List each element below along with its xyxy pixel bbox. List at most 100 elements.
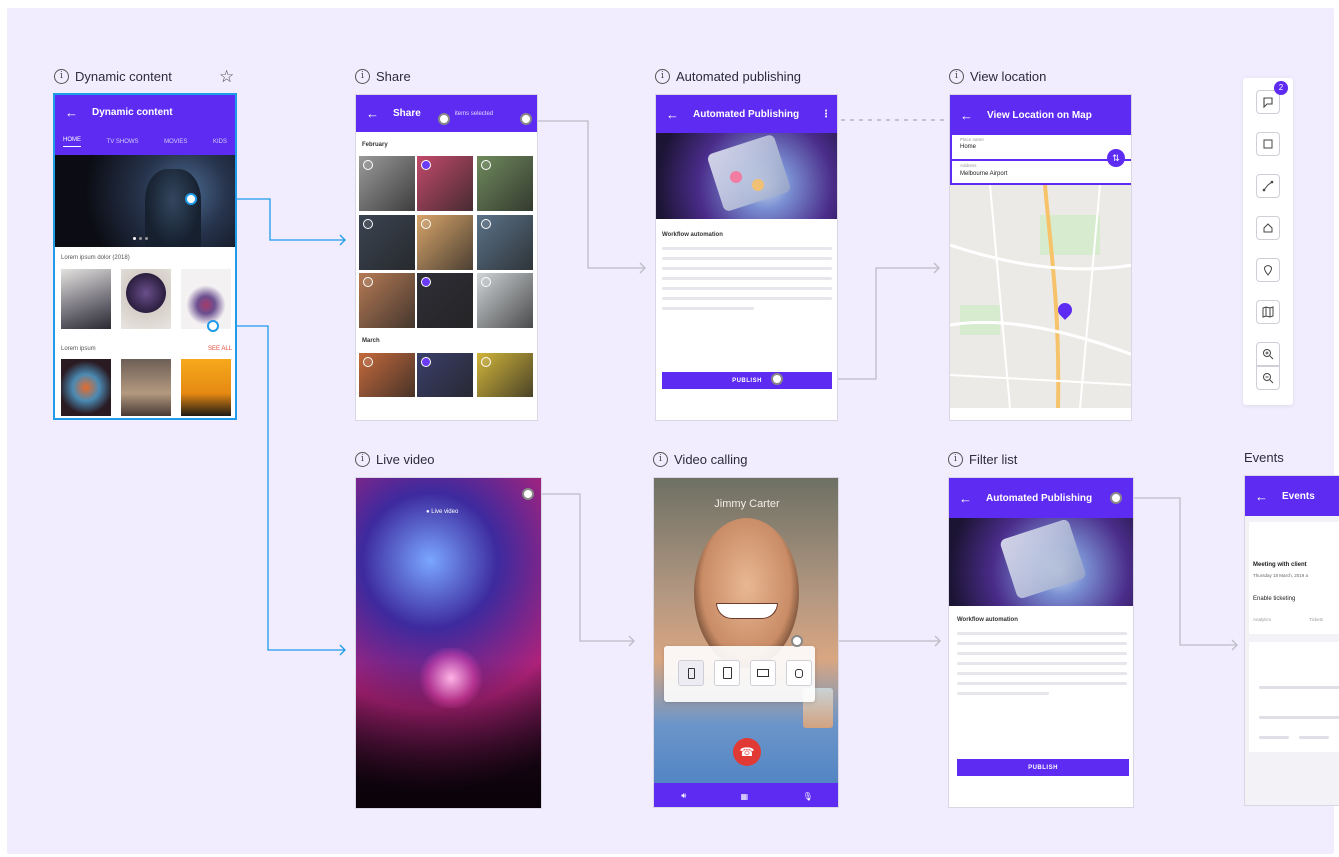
screen-filter-list[interactable]: ← Automated Publishing Workflow automati…	[948, 477, 1134, 808]
map-view[interactable]	[950, 185, 1131, 408]
event-card[interactable]	[1249, 642, 1339, 752]
info-icon[interactable]: i	[355, 69, 370, 84]
hotspot-dot[interactable]	[522, 488, 534, 500]
keypad-icon[interactable]: ▦	[741, 792, 749, 801]
photo-thumbnail[interactable]	[417, 156, 473, 211]
photo-thumbnail[interactable]	[477, 156, 533, 211]
select-checkbox[interactable]	[481, 219, 491, 229]
frame-title-share[interactable]: i Share	[355, 69, 411, 84]
tab-tv-shows[interactable]: TV SHOWS	[107, 139, 139, 145]
select-checkbox[interactable]	[421, 219, 431, 229]
photo-thumbnail[interactable]	[359, 215, 415, 270]
hero-image[interactable]	[55, 155, 235, 247]
select-checkbox[interactable]	[481, 160, 491, 170]
back-arrow-icon[interactable]: ←	[65, 105, 78, 120]
info-icon[interactable]: i	[948, 452, 963, 467]
screen-live-video[interactable]: ● Live video	[355, 477, 542, 809]
desktop-icon[interactable]	[750, 660, 776, 686]
end-call-button[interactable]: ☎	[733, 738, 761, 766]
photo-thumbnail[interactable]	[477, 353, 533, 397]
movie-poster[interactable]	[61, 269, 111, 329]
screen-dynamic-content[interactable]: ← Dynamic content HOME TV SHOWS MOVIES K…	[53, 93, 237, 420]
photo-thumbnail[interactable]	[359, 156, 415, 211]
see-all-link[interactable]: SEE ALL	[208, 346, 232, 352]
frame-title-filter[interactable]: i Filter list	[948, 452, 1017, 467]
screen-view-location[interactable]: ← View Location on Map Place name Home A…	[949, 94, 1132, 421]
back-arrow-icon[interactable]: ←	[666, 107, 679, 122]
frame-title-location[interactable]: i View location	[949, 69, 1046, 84]
hotspot-dot[interactable]	[207, 320, 219, 332]
select-checkbox[interactable]	[363, 277, 373, 287]
movie-poster[interactable]	[181, 269, 231, 329]
info-icon[interactable]: i	[54, 69, 69, 84]
select-checkbox[interactable]	[481, 357, 491, 367]
select-checkbox[interactable]	[421, 160, 431, 170]
photo-thumbnail[interactable]	[359, 273, 415, 328]
event-card[interactable]: Meeting with client Thursday 18 March, 2…	[1249, 522, 1339, 634]
hotspot-dot[interactable]	[185, 193, 197, 205]
tablet-icon[interactable]	[714, 660, 740, 686]
screen-share[interactable]: ← Share items selected February March	[355, 94, 538, 421]
home-icon[interactable]	[1256, 216, 1280, 240]
location-pin-icon[interactable]	[1256, 258, 1280, 282]
frame-title-live[interactable]: i Live video	[355, 452, 435, 467]
frame-icon[interactable]	[1256, 132, 1280, 156]
tab-movies[interactable]: MOVIES	[164, 139, 187, 145]
tab-kids[interactable]: KIDS	[213, 139, 227, 145]
publish-button[interactable]: PUBLISH	[957, 759, 1129, 776]
photo-thumbnail[interactable]	[359, 353, 415, 397]
info-icon[interactable]: i	[949, 69, 964, 84]
address-field[interactable]: Melbourne Airport	[960, 171, 1007, 177]
select-checkbox[interactable]	[363, 160, 373, 170]
photo-thumbnail[interactable]	[417, 353, 473, 397]
hotspot-dot[interactable]	[771, 373, 783, 385]
photo-thumbnail[interactable]	[477, 215, 533, 270]
select-checkbox[interactable]	[481, 277, 491, 287]
screen-video-calling[interactable]: Jimmy Carter ☎ 🔊︎ ▦ 🎙︎	[653, 477, 839, 808]
speaker-icon[interactable]: 🔊︎	[681, 791, 686, 801]
more-icon[interactable]: ⋮	[821, 109, 831, 120]
select-checkbox[interactable]	[421, 357, 431, 367]
swap-button[interactable]: ⇅	[1107, 149, 1125, 167]
hotspot-dot[interactable]	[1110, 492, 1122, 504]
connector-icon[interactable]	[1256, 174, 1280, 198]
movie-poster[interactable]	[181, 359, 231, 416]
photo-thumbnail[interactable]	[417, 215, 473, 270]
place-name-field[interactable]: Home	[960, 144, 976, 150]
back-arrow-icon[interactable]: ←	[960, 108, 973, 123]
watch-icon[interactable]	[786, 660, 812, 686]
tab-tickets[interactable]: Tickets	[1309, 617, 1323, 622]
info-icon[interactable]: i	[655, 69, 670, 84]
zoom-in-icon[interactable]	[1256, 342, 1280, 366]
back-arrow-icon[interactable]: ←	[959, 491, 972, 506]
tab-home[interactable]: HOME	[63, 137, 81, 147]
frame-title-dynamic[interactable]: i Dynamic content	[54, 69, 172, 84]
movie-poster[interactable]	[61, 359, 111, 416]
info-icon[interactable]: i	[653, 452, 668, 467]
screen-automated-publishing[interactable]: ← Automated Publishing ⋮ Workflow automa…	[655, 94, 838, 421]
info-icon[interactable]: i	[355, 452, 370, 467]
movie-poster[interactable]	[121, 269, 171, 329]
screen-events[interactable]: ← Events Meeting with client Thursday 18…	[1244, 475, 1339, 806]
phone-icon[interactable]	[678, 660, 704, 686]
frame-title-publishing[interactable]: i Automated publishing	[655, 69, 801, 84]
photo-thumbnail[interactable]	[477, 273, 533, 328]
back-arrow-icon[interactable]: ←	[366, 106, 379, 121]
star-icon[interactable]: ☆	[219, 67, 234, 87]
frame-title-videocall[interactable]: i Video calling	[653, 452, 747, 467]
mic-icon[interactable]: 🎙︎	[803, 792, 813, 801]
select-checkbox[interactable]	[363, 357, 373, 367]
movie-poster[interactable]	[121, 359, 171, 416]
tab-analytics[interactable]: Analytics	[1253, 617, 1271, 622]
hotspot-dot[interactable]	[791, 635, 803, 647]
frame-title-events[interactable]: Events	[1244, 450, 1284, 465]
back-arrow-icon[interactable]: ←	[1255, 489, 1268, 504]
select-checkbox[interactable]	[363, 219, 373, 229]
photo-thumbnail[interactable]	[417, 273, 473, 328]
publish-button[interactable]: PUBLISH	[662, 372, 832, 389]
hotspot-dot[interactable]	[520, 113, 532, 125]
hotspot-dot[interactable]	[438, 113, 450, 125]
select-checkbox[interactable]	[421, 277, 431, 287]
zoom-out-icon[interactable]	[1256, 366, 1280, 390]
map-icon[interactable]	[1256, 300, 1280, 324]
